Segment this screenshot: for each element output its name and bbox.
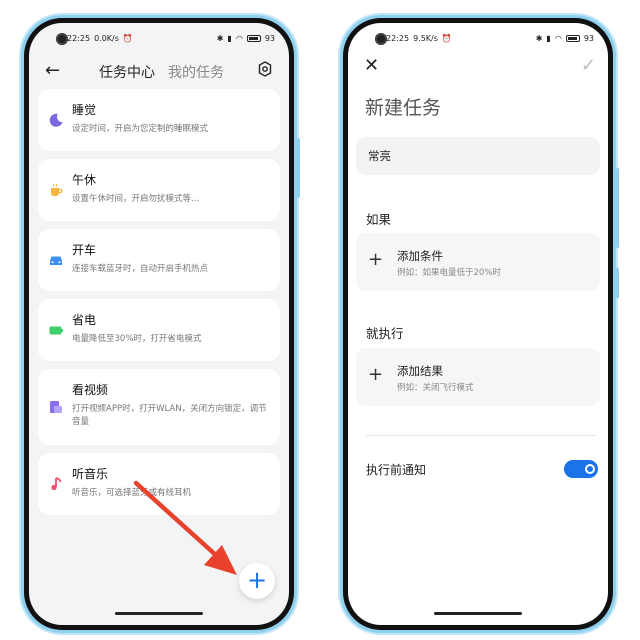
card-desc: 设定时间，开启为您定制的睡眠模式: [72, 124, 209, 134]
annotation-arrow-icon: [133, 480, 237, 575]
card-title: 睡觉: [72, 103, 97, 117]
home-indicator: [115, 612, 203, 615]
page-title: 新建任务: [365, 97, 442, 119]
wifi-icon: ◠: [554, 33, 562, 43]
battery-status-icon: [565, 34, 580, 42]
gear-icon[interactable]: [257, 61, 273, 77]
signal-icon: ▮: [227, 33, 232, 43]
task-card-sleep[interactable]: z 睡觉 设定时间，开启为您定制的睡眠模式: [38, 89, 280, 151]
task-card-video[interactable]: 看视频 打开视频APP时，打开WLAN，关闭方向锁定，调节音量: [38, 369, 280, 445]
task-card-driving[interactable]: 开车 连接车载蓝牙时，自动开启手机热点: [38, 229, 280, 291]
status-bar: 22:25 9.5K/s ⏰ ✱ ▮ ◠ 93: [348, 31, 608, 45]
alarm-icon: ⏰: [441, 33, 452, 43]
power-button: [616, 268, 619, 298]
card-title: 开车: [72, 243, 97, 257]
card-desc: 设置午休时间，开启勿扰模式等...: [72, 194, 200, 204]
add-result-button[interactable]: + 添加结果 例如：关闭飞行模式: [356, 348, 600, 406]
volume-button: [616, 168, 619, 248]
add-result-title: 添加结果: [397, 364, 443, 378]
card-desc: 打开视频APP时，打开WLAN，关闭方向锁定，调节音量: [72, 404, 267, 427]
car-icon: [50, 256, 62, 265]
status-time: 22:25: [67, 33, 91, 43]
battery-percent: 93: [583, 33, 594, 43]
task-name-field[interactable]: 常亮: [356, 137, 600, 175]
plus-icon: +: [368, 249, 384, 270]
wifi-icon: ◠: [235, 33, 243, 43]
if-section-label: 如果: [366, 212, 392, 227]
plus-icon: +: [368, 364, 384, 385]
music-note-icon: [51, 477, 62, 491]
confirm-check-icon[interactable]: ✓: [581, 55, 596, 76]
svg-text:z: z: [58, 116, 61, 122]
status-bar: 22:25 0.0K/s ⏰ ✱ ▮ ◠ 93: [29, 31, 289, 45]
add-condition-title: 添加条件: [397, 249, 443, 263]
battery-status-icon: [246, 34, 261, 42]
alarm-icon: ⏰: [122, 33, 133, 43]
add-condition-button[interactable]: + 添加条件 例如：如果电量低于20%时: [356, 233, 600, 291]
status-speed: 0.0K/s: [94, 33, 119, 43]
close-icon[interactable]: ✕: [364, 55, 379, 76]
status-speed: 9.5K/s: [413, 33, 438, 43]
add-condition-hint: 例如：如果电量低于20%时: [397, 268, 501, 278]
tab-my-tasks[interactable]: 我的任务: [168, 62, 224, 82]
header: ← 任务中心 我的任务: [29, 57, 289, 83]
bluetooth-icon: ✱: [535, 33, 543, 43]
coffee-cup-icon: [51, 184, 63, 196]
card-title: 看视频: [72, 383, 109, 397]
card-title: 午休: [72, 173, 97, 187]
task-card-power-saving[interactable]: 省电 电量降低至30%时，打开省电模式: [38, 299, 280, 361]
card-title: 省电: [72, 313, 97, 327]
signal-icon: ▮: [546, 33, 551, 43]
then-section-label: 就执行: [366, 326, 404, 341]
back-arrow-icon[interactable]: ←: [45, 60, 60, 81]
status-time: 22:25: [386, 33, 410, 43]
bluetooth-icon: ✱: [216, 33, 224, 43]
video-app-icon: [50, 401, 62, 413]
notify-toggle[interactable]: [564, 460, 598, 478]
new-task-screen: 22:25 9.5K/s ⏰ ✱ ▮ ◠ 93 ✕ ✓ 新建任务 常亮 如果 +…: [348, 23, 608, 625]
card-desc: 电量降低至30%时，打开省电模式: [72, 334, 202, 344]
divider: [366, 435, 596, 436]
card-desc: 连接车载蓝牙时，自动开启手机热点: [72, 264, 209, 274]
volume-button: [297, 138, 300, 198]
add-result-hint: 例如：关闭飞行模式: [397, 383, 474, 393]
battery-percent: 93: [264, 33, 275, 43]
home-indicator: [434, 612, 522, 615]
task-card-nap[interactable]: 午休 设置午休时间，开启勿扰模式等...: [38, 159, 280, 221]
battery-icon: [49, 326, 63, 335]
tab-task-center[interactable]: 任务中心: [99, 62, 155, 82]
notify-before-execution-label: 执行前通知: [366, 463, 427, 477]
moon-icon: z: [49, 113, 63, 127]
right-phone: 22:25 9.5K/s ⏰ ✱ ▮ ◠ 93 ✕ ✓ 新建任务 常亮 如果 +…: [343, 18, 619, 630]
